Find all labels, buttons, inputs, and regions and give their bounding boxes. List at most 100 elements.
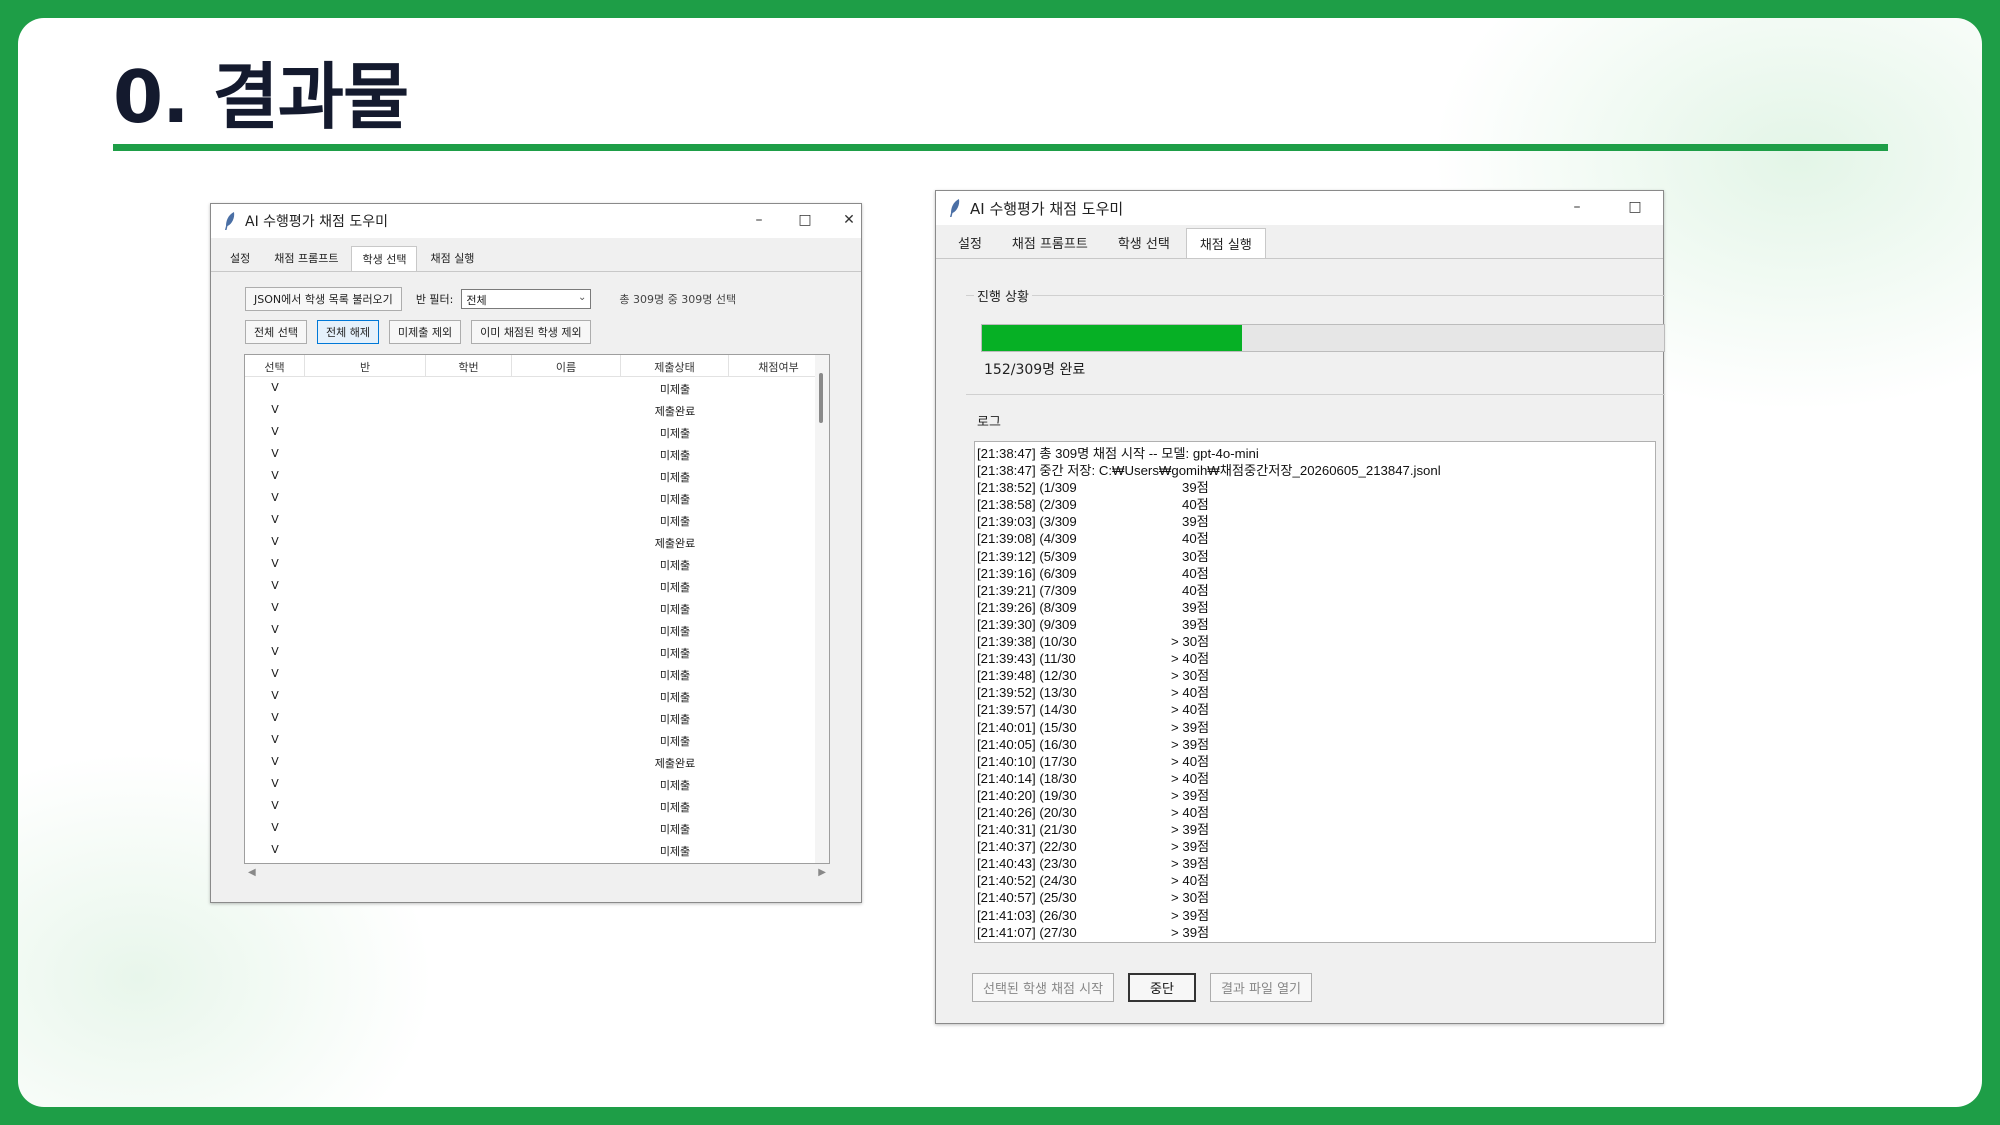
empty-cell bbox=[729, 795, 829, 817]
load-json-button[interactable]: JSON에서 학생 목록 불러오기 bbox=[245, 287, 402, 311]
table-row[interactable]: V 미제출 bbox=[245, 663, 829, 685]
window-titlebar[interactable]: AI 수행평가 채점 도우미 – □ bbox=[936, 191, 1663, 225]
scroll-left-icon[interactable]: ◀ bbox=[248, 867, 256, 878]
horizontal-scrollbar[interactable]: ◀ ▶ bbox=[244, 864, 830, 882]
empty-cell bbox=[729, 597, 829, 619]
tab-1[interactable]: 채점 프롬프트 bbox=[263, 245, 349, 271]
class-filter-select[interactable]: 전체 ⌄ bbox=[461, 289, 592, 309]
column-header[interactable]: 채점여부 bbox=[729, 355, 829, 376]
load-row: JSON에서 학생 목록 불러오기 반 필터: 전체 ⌄ 총 309명 중 30… bbox=[245, 287, 736, 311]
table-row[interactable]: V 제출완료 bbox=[245, 399, 829, 421]
log-line: [21:39:43] (11/30 > 40점 bbox=[977, 650, 1653, 667]
table-row[interactable]: V 미제출 bbox=[245, 795, 829, 817]
column-header[interactable]: 제출상태 bbox=[621, 355, 729, 376]
table-header: 선택 반 학번 이름 제출상태 채점여부 bbox=[245, 355, 829, 377]
table-row[interactable]: V 미제출 bbox=[245, 443, 829, 465]
table-row[interactable]: V 미제출 bbox=[245, 839, 829, 861]
log-timestamp: [21:38:47] 중간 저장: C:₩Users₩gomih₩채점중간저장_… bbox=[977, 463, 1441, 479]
stop-button[interactable]: 중단 bbox=[1128, 973, 1196, 1002]
tab-0[interactable]: 설정 bbox=[944, 227, 996, 258]
vertical-scrollbar[interactable] bbox=[815, 355, 829, 863]
empty-cell bbox=[305, 597, 426, 619]
select-cell: V bbox=[271, 425, 279, 438]
empty-cell bbox=[426, 663, 512, 685]
maximize-icon[interactable]: □ bbox=[795, 210, 815, 230]
exclude-graded-button[interactable]: 이미 채점된 학생 제외 bbox=[471, 320, 591, 344]
log-line: [21:40:31] (21/30 > 39점 bbox=[977, 821, 1653, 838]
empty-cell bbox=[729, 443, 829, 465]
action-buttons: 선택된 학생 채점 시작 중단 결과 파일 열기 bbox=[972, 973, 1312, 1002]
empty-cell bbox=[729, 773, 829, 795]
empty-cell bbox=[729, 575, 829, 597]
minimize-icon[interactable]: – bbox=[749, 210, 769, 230]
table-row[interactable]: V 미제출 bbox=[245, 641, 829, 663]
tab-3[interactable]: 채점 실행 bbox=[419, 245, 485, 271]
scroll-thumb[interactable] bbox=[819, 373, 823, 423]
table-row[interactable]: V 미제출 bbox=[245, 487, 829, 509]
exclude-unsubmitted-button[interactable]: 미제출 제외 bbox=[388, 320, 462, 344]
table-row[interactable]: V 제출완료 bbox=[245, 751, 829, 773]
minimize-icon[interactable]: – bbox=[1567, 197, 1587, 217]
start-grading-button[interactable]: 선택된 학생 채점 시작 bbox=[972, 973, 1115, 1002]
empty-cell bbox=[426, 465, 512, 487]
empty-cell bbox=[512, 751, 621, 773]
close-icon[interactable]: ✕ bbox=[839, 210, 859, 230]
log-line: [21:39:16] (6/309 40점 bbox=[977, 565, 1653, 582]
table-row[interactable]: V 미제출 bbox=[245, 707, 829, 729]
empty-cell bbox=[512, 641, 621, 663]
status-cell: 미제출 bbox=[659, 515, 691, 528]
log-line: [21:38:47] 총 309명 채점 시작 -- 모델: gpt-4o-mi… bbox=[977, 445, 1653, 462]
empty-cell bbox=[305, 641, 426, 663]
select-all-button[interactable]: 전체 선택 bbox=[245, 320, 307, 344]
tab-2[interactable]: 학생 선택 bbox=[351, 246, 418, 271]
table-row[interactable]: V 미제출 bbox=[245, 575, 829, 597]
deselect-all-button[interactable]: 전체 해제 bbox=[316, 320, 379, 344]
progress-text: 152/309명 완료 bbox=[984, 362, 1086, 378]
table-row[interactable]: V 미제출 bbox=[245, 465, 829, 487]
log-score: > 39점 bbox=[1160, 839, 1210, 855]
maximize-icon[interactable]: □ bbox=[1625, 197, 1645, 217]
table-row[interactable]: V 제출완료 bbox=[245, 531, 829, 553]
table-row[interactable]: V 미제출 bbox=[245, 509, 829, 531]
log-timestamp: [21:39:21] (7/309 bbox=[977, 582, 1077, 598]
log-score: > 39점 bbox=[1160, 787, 1210, 803]
status-cell: 미제출 bbox=[659, 691, 691, 704]
tab-0[interactable]: 설정 bbox=[219, 245, 261, 271]
table-row[interactable]: V 미제출 bbox=[245, 817, 829, 839]
window-title: AI 수행평가 채점 도우미 bbox=[970, 199, 1124, 218]
table-row[interactable]: V 미제출 bbox=[245, 597, 829, 619]
window-titlebar[interactable]: AI 수행평가 채점 도우미 – □ ✕ bbox=[211, 204, 861, 238]
table-row[interactable]: V 미제출 bbox=[245, 377, 829, 399]
select-cell: V bbox=[271, 623, 279, 636]
log-line: [21:40:52] (24/30 > 40점 bbox=[977, 872, 1653, 889]
log-timestamp: [21:40:26] (20/30 bbox=[977, 804, 1077, 820]
tab-3[interactable]: 채점 실행 bbox=[1185, 228, 1266, 258]
column-header[interactable]: 반 bbox=[305, 355, 426, 376]
table-row[interactable]: V 미제출 bbox=[245, 553, 829, 575]
table-row[interactable]: V 미제출 bbox=[245, 729, 829, 751]
log-textbox[interactable]: [21:38:47] 총 309명 채점 시작 -- 모델: gpt-4o-mi… bbox=[974, 441, 1656, 943]
empty-cell bbox=[426, 575, 512, 597]
table-row[interactable]: V 미제출 bbox=[245, 421, 829, 443]
log-timestamp: [21:39:16] (6/309 bbox=[977, 565, 1077, 581]
open-result-file-button[interactable]: 결과 파일 열기 bbox=[1209, 973, 1312, 1002]
table-row[interactable]: V 미제출 bbox=[245, 685, 829, 707]
select-cell: V bbox=[271, 403, 279, 416]
table-row[interactable]: V 미제출 bbox=[245, 773, 829, 795]
status-cell: 미제출 bbox=[659, 801, 691, 814]
select-cell: V bbox=[271, 601, 279, 614]
column-header[interactable]: 선택 bbox=[245, 355, 305, 376]
empty-cell bbox=[305, 707, 426, 729]
column-header[interactable]: 학번 bbox=[426, 355, 512, 376]
status-cell: 제출완료 bbox=[654, 757, 696, 770]
column-header[interactable]: 이름 bbox=[512, 355, 621, 376]
tab-2[interactable]: 학생 선택 bbox=[1104, 227, 1184, 258]
grading-run-window: AI 수행평가 채점 도우미 – □ 설정 채점 프롬프트 학생 선택 채점 실행 진… bbox=[935, 190, 1665, 1024]
tab-1[interactable]: 채점 프롬프트 bbox=[998, 227, 1102, 258]
empty-cell bbox=[512, 795, 621, 817]
table-row[interactable]: V 미제출 bbox=[245, 619, 829, 641]
log-line: [21:38:47] 중간 저장: C:₩Users₩gomih₩채점중간저장_… bbox=[977, 462, 1653, 479]
progress-bar bbox=[981, 324, 1665, 352]
scroll-right-icon[interactable]: ▶ bbox=[818, 867, 826, 878]
empty-cell bbox=[426, 707, 512, 729]
